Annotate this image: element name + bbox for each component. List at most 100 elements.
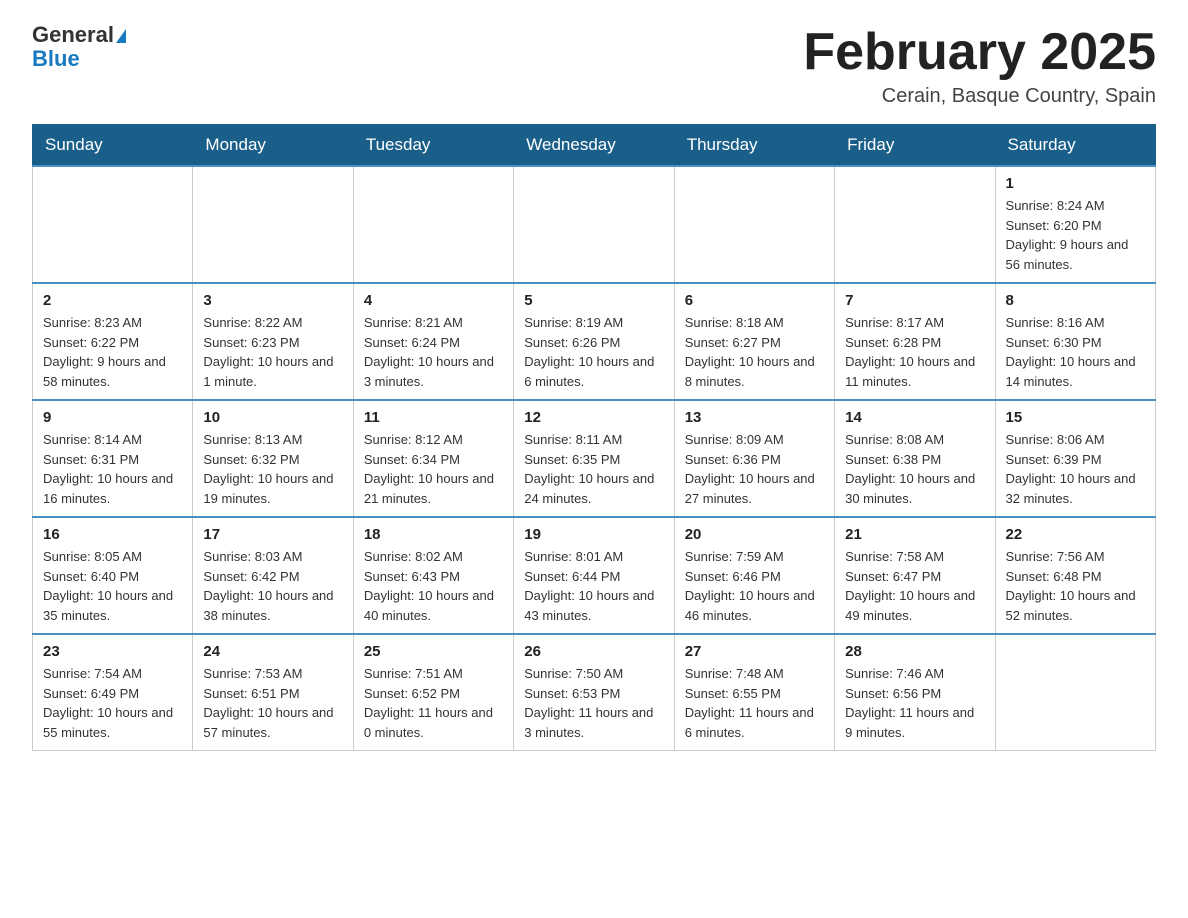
day-info: Sunrise: 8:06 AM Sunset: 6:39 PM Dayligh… [1006,430,1145,508]
day-number: 23 [43,643,182,660]
day-number: 3 [203,292,342,309]
day-info: Sunrise: 8:09 AM Sunset: 6:36 PM Dayligh… [685,430,824,508]
day-number: 9 [43,409,182,426]
page-header: General Blue February 2025 Cerain, Basqu… [32,24,1156,108]
day-number: 11 [364,409,503,426]
day-info: Sunrise: 8:01 AM Sunset: 6:44 PM Dayligh… [524,547,663,625]
day-number: 2 [43,292,182,309]
day-number: 1 [1006,175,1145,192]
day-number: 17 [203,526,342,543]
day-number: 6 [685,292,824,309]
day-number: 18 [364,526,503,543]
day-info: Sunrise: 7:54 AM Sunset: 6:49 PM Dayligh… [43,664,182,742]
day-cell: 1 Sunrise: 8:24 AM Sunset: 6:20 PM Daylig… [995,166,1155,283]
day-cell: 5 Sunrise: 8:19 AM Sunset: 6:26 PM Daylig… [514,283,674,400]
weekday-header-sunday: Sunday [33,125,193,167]
day-cell [33,166,193,283]
location-text: Cerain, Basque Country, Spain [803,85,1156,108]
month-title: February 2025 [803,24,1156,81]
day-cell: 10 Sunrise: 8:13 AM Sunset: 6:32 PM Dayli… [193,400,353,517]
day-number: 19 [524,526,663,543]
day-number: 13 [685,409,824,426]
day-number: 16 [43,526,182,543]
day-info: Sunrise: 7:51 AM Sunset: 6:52 PM Dayligh… [364,664,503,742]
day-cell: 25 Sunrise: 7:51 AM Sunset: 6:52 PM Dayli… [353,634,513,751]
day-cell: 27Sunrise: 7:48 AM Sunset: 6:55 PM Dayli… [674,634,834,751]
day-cell [353,166,513,283]
day-info: Sunrise: 8:11 AM Sunset: 6:35 PM Dayligh… [524,430,663,508]
title-block: February 2025 Cerain, Basque Country, Sp… [803,24,1156,108]
day-number: 28 [845,643,984,660]
day-cell: 17 Sunrise: 8:03 AM Sunset: 6:42 PM Dayli… [193,517,353,634]
day-info: Sunrise: 8:03 AM Sunset: 6:42 PM Dayligh… [203,547,342,625]
day-number: 26 [524,643,663,660]
day-cell: 28 Sunrise: 7:46 AM Sunset: 6:56 PM Dayli… [835,634,995,751]
day-info: Sunrise: 8:12 AM Sunset: 6:34 PM Dayligh… [364,430,503,508]
weekday-header-wednesday: Wednesday [514,125,674,167]
weekday-header-thursday: Thursday [674,125,834,167]
day-cell: 22Sunrise: 7:56 AM Sunset: 6:48 PM Dayli… [995,517,1155,634]
day-number: 10 [203,409,342,426]
day-info: Sunrise: 8:22 AM Sunset: 6:23 PM Dayligh… [203,313,342,391]
calendar-table: SundayMondayTuesdayWednesdayThursdayFrid… [32,124,1156,751]
day-info: Sunrise: 7:59 AM Sunset: 6:46 PM Dayligh… [685,547,824,625]
day-info: Sunrise: 8:19 AM Sunset: 6:26 PM Dayligh… [524,313,663,391]
day-cell: 15 Sunrise: 8:06 AM Sunset: 6:39 PM Dayli… [995,400,1155,517]
day-cell [514,166,674,283]
day-info: Sunrise: 7:56 AM Sunset: 6:48 PM Dayligh… [1006,547,1145,625]
day-info: Sunrise: 8:16 AM Sunset: 6:30 PM Dayligh… [1006,313,1145,391]
day-cell: 8 Sunrise: 8:16 AM Sunset: 6:30 PM Daylig… [995,283,1155,400]
day-cell: 23 Sunrise: 7:54 AM Sunset: 6:49 PM Dayli… [33,634,193,751]
day-cell: 21 Sunrise: 7:58 AM Sunset: 6:47 PM Dayli… [835,517,995,634]
week-row-2: 2Sunrise: 8:23 AM Sunset: 6:22 PM Daylig… [33,283,1156,400]
day-info: Sunrise: 8:13 AM Sunset: 6:32 PM Dayligh… [203,430,342,508]
day-cell: 4 Sunrise: 8:21 AM Sunset: 6:24 PM Daylig… [353,283,513,400]
day-cell [674,166,834,283]
day-info: Sunrise: 8:05 AM Sunset: 6:40 PM Dayligh… [43,547,182,625]
day-cell: 14 Sunrise: 8:08 AM Sunset: 6:38 PM Dayli… [835,400,995,517]
day-info: Sunrise: 7:58 AM Sunset: 6:47 PM Dayligh… [845,547,984,625]
day-info: Sunrise: 7:46 AM Sunset: 6:56 PM Dayligh… [845,664,984,742]
week-row-3: 9 Sunrise: 8:14 AM Sunset: 6:31 PM Daylig… [33,400,1156,517]
logo: General Blue [32,24,126,72]
week-row-4: 16 Sunrise: 8:05 AM Sunset: 6:40 PM Dayli… [33,517,1156,634]
logo-blue-text: Blue [32,46,80,72]
day-cell: 20 Sunrise: 7:59 AM Sunset: 6:46 PM Dayli… [674,517,834,634]
day-number: 5 [524,292,663,309]
day-number: 8 [1006,292,1145,309]
day-cell [835,166,995,283]
day-info: Sunrise: 8:21 AM Sunset: 6:24 PM Dayligh… [364,313,503,391]
day-cell [995,634,1155,751]
day-info: Sunrise: 8:14 AM Sunset: 6:31 PM Dayligh… [43,430,182,508]
day-info: Sunrise: 8:02 AM Sunset: 6:43 PM Dayligh… [364,547,503,625]
day-info: Sunrise: 8:18 AM Sunset: 6:27 PM Dayligh… [685,313,824,391]
day-info: Sunrise: 8:24 AM Sunset: 6:20 PM Dayligh… [1006,196,1145,274]
week-row-1: 1 Sunrise: 8:24 AM Sunset: 6:20 PM Daylig… [33,166,1156,283]
weekday-header-row: SundayMondayTuesdayWednesdayThursdayFrid… [33,125,1156,167]
day-cell: 16 Sunrise: 8:05 AM Sunset: 6:40 PM Dayli… [33,517,193,634]
day-info: Sunrise: 7:48 AM Sunset: 6:55 PM Dayligh… [685,664,824,742]
day-cell [193,166,353,283]
day-number: 7 [845,292,984,309]
day-cell: 6 Sunrise: 8:18 AM Sunset: 6:27 PM Daylig… [674,283,834,400]
day-cell: 11 Sunrise: 8:12 AM Sunset: 6:34 PM Dayli… [353,400,513,517]
day-cell: 19 Sunrise: 8:01 AM Sunset: 6:44 PM Dayli… [514,517,674,634]
day-number: 15 [1006,409,1145,426]
day-cell: 26 Sunrise: 7:50 AM Sunset: 6:53 PM Dayli… [514,634,674,751]
day-number: 4 [364,292,503,309]
logo-general-text: General [32,24,126,46]
day-number: 25 [364,643,503,660]
weekday-header-saturday: Saturday [995,125,1155,167]
day-number: 14 [845,409,984,426]
day-number: 21 [845,526,984,543]
day-number: 20 [685,526,824,543]
day-info: Sunrise: 7:50 AM Sunset: 6:53 PM Dayligh… [524,664,663,742]
day-cell: 7Sunrise: 8:17 AM Sunset: 6:28 PM Daylig… [835,283,995,400]
day-cell: 13 Sunrise: 8:09 AM Sunset: 6:36 PM Dayli… [674,400,834,517]
logo-triangle-icon [116,29,126,43]
weekday-header-friday: Friday [835,125,995,167]
day-info: Sunrise: 8:08 AM Sunset: 6:38 PM Dayligh… [845,430,984,508]
day-cell: 2Sunrise: 8:23 AM Sunset: 6:22 PM Daylig… [33,283,193,400]
day-cell: 24Sunrise: 7:53 AM Sunset: 6:51 PM Dayli… [193,634,353,751]
week-row-5: 23 Sunrise: 7:54 AM Sunset: 6:49 PM Dayli… [33,634,1156,751]
